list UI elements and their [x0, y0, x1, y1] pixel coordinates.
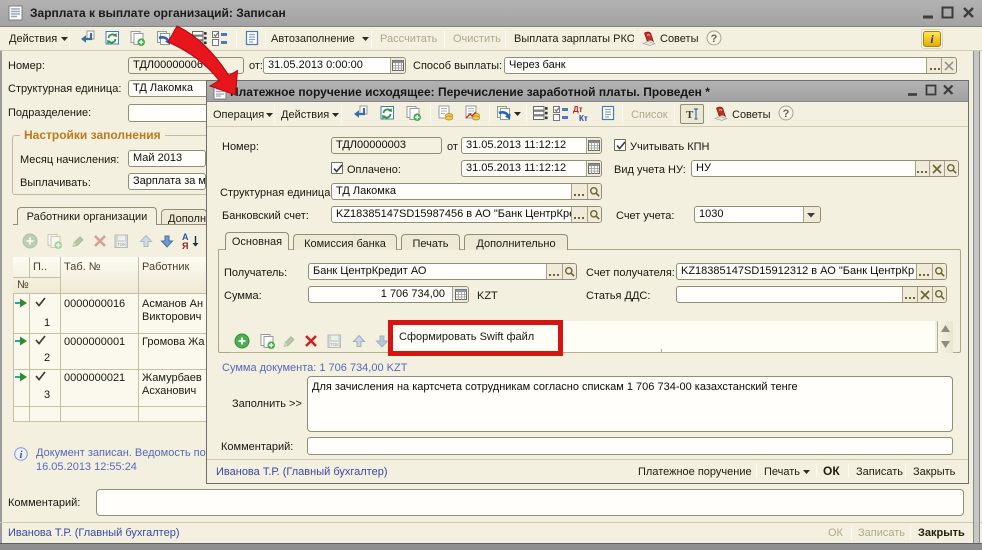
svg-text:ТОК: ТОК: [330, 342, 339, 347]
svg-text:?: ?: [783, 108, 790, 120]
svg-text:Дт: Дт: [573, 105, 583, 114]
svg-text:Я: Я: [182, 241, 188, 250]
svg-text:Кт: Кт: [579, 114, 588, 123]
svg-text:i: i: [20, 450, 23, 461]
svg-text:T: T: [686, 109, 694, 121]
svg-text:ТОК: ТОК: [117, 242, 126, 247]
svg-text:?: ?: [711, 33, 718, 45]
